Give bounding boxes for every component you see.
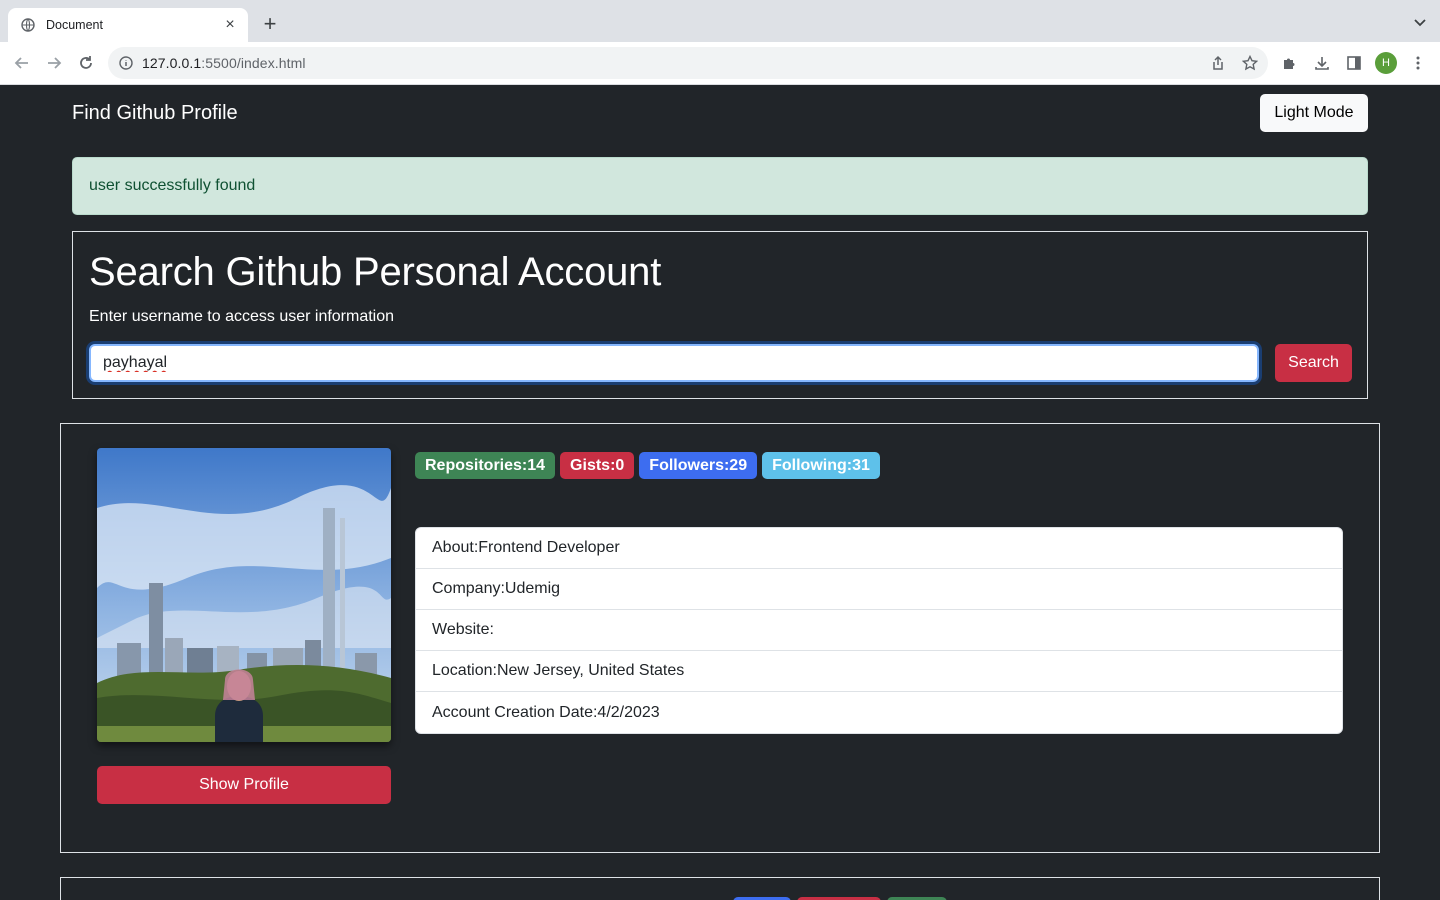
browser-tab[interactable]: Document × — [8, 8, 248, 42]
download-icon[interactable] — [1312, 53, 1332, 73]
url-text: 127.0.0.1:5500/index.html — [142, 55, 306, 71]
side-panel-icon[interactable] — [1344, 53, 1364, 73]
url-path: :5500/index.html — [201, 55, 306, 71]
profile-card: Show Profile Repositories:14 Gists:0 Fol… — [60, 423, 1380, 853]
extensions-puzzle-icon[interactable] — [1280, 53, 1300, 73]
followers-badge: Followers:29 — [639, 452, 758, 479]
info-website: Website: — [416, 610, 1342, 651]
tab-search-chevron-icon[interactable] — [1412, 14, 1428, 30]
forward-arrow-icon[interactable] — [42, 51, 66, 75]
share-icon[interactable] — [1208, 53, 1228, 73]
stats-badges: Repositories:14 Gists:0 Followers:29 Fol… — [415, 452, 880, 479]
new-tab-icon[interactable]: + — [258, 13, 282, 37]
repos-card — [60, 877, 1380, 900]
search-heading: Search Github Personal Account — [89, 250, 662, 294]
profile-info-list: About:Frontend Developer Company:Udemig … — [415, 527, 1343, 734]
info-about: About:Frontend Developer — [416, 528, 1342, 569]
address-bar[interactable]: 127.0.0.1:5500/index.html — [108, 47, 1268, 79]
search-card: Search Github Personal Account Enter use… — [72, 231, 1368, 399]
reload-icon[interactable] — [74, 51, 98, 75]
username-search-input[interactable] — [89, 344, 1259, 382]
following-badge: Following:31 — [762, 452, 880, 479]
profile-avatar[interactable]: H — [1375, 52, 1397, 74]
navbar-brand[interactable]: Find Github Profile — [72, 102, 238, 125]
bookmark-star-icon[interactable] — [1240, 53, 1260, 73]
globe-icon — [20, 17, 36, 33]
show-profile-button[interactable]: Show Profile — [97, 766, 391, 804]
info-company: Company:Udemig — [416, 569, 1342, 610]
back-arrow-icon[interactable] — [10, 51, 34, 75]
search-subtitle: Enter username to access user informatio… — [89, 308, 395, 325]
repositories-badge: Repositories:14 — [415, 452, 556, 479]
tab-title: Document — [46, 18, 103, 32]
url-host: 127.0.0.1 — [142, 55, 202, 71]
close-tab-icon[interactable]: × — [222, 17, 238, 33]
browser-tabstrip: Document × + — [0, 0, 1440, 42]
browser-menu-icon[interactable] — [1408, 53, 1428, 73]
browser-toolbar: 127.0.0.1:5500/index.html — [0, 42, 1440, 85]
site-info-icon[interactable] — [118, 55, 134, 71]
profile-photo-illustration — [97, 448, 391, 742]
profile-avatar-image — [97, 448, 391, 742]
info-location: Location:New Jersey, United States — [416, 651, 1342, 692]
search-button[interactable]: Search — [1275, 344, 1352, 382]
alert-message: user successfully found — [89, 177, 256, 194]
light-mode-button[interactable]: Light Mode — [1260, 94, 1368, 132]
success-alert: user successfully found — [72, 157, 1368, 215]
page-content: Find Github Profile Light Mode user succ… — [0, 85, 1440, 900]
info-created: Account Creation Date:4/2/2023 — [432, 703, 660, 721]
gists-badge: Gists:0 — [560, 452, 635, 479]
